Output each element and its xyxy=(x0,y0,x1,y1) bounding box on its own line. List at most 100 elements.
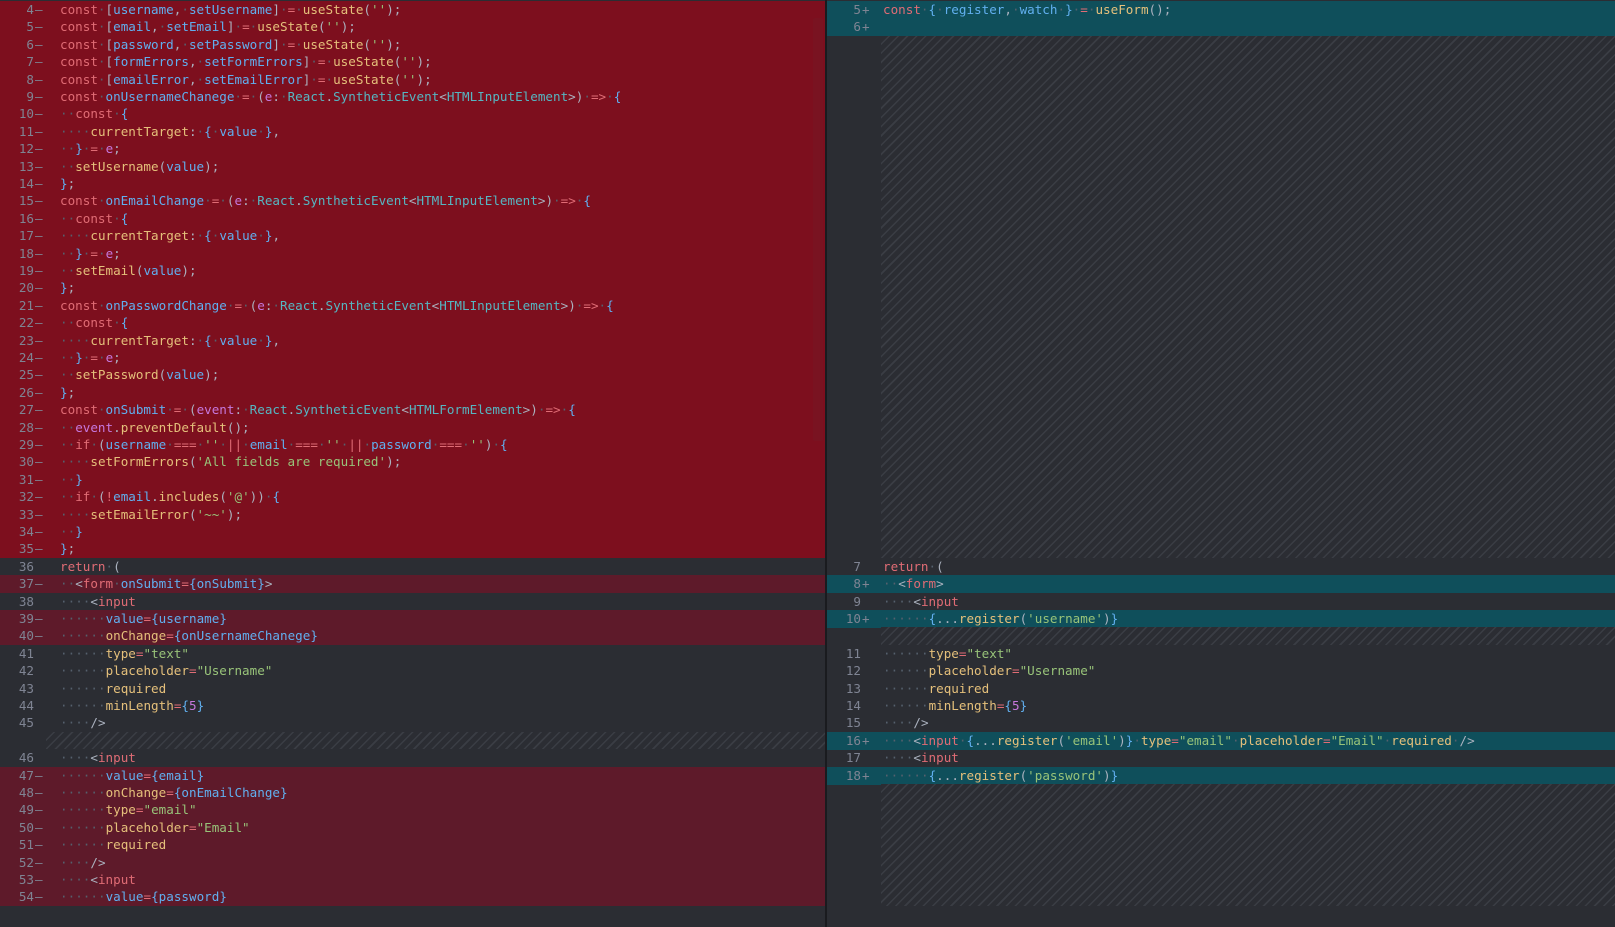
code-line[interactable]: 45 ····/> xyxy=(0,714,825,732)
diff-marker: — xyxy=(35,576,43,592)
line-number: 9 xyxy=(853,593,861,609)
code-text: ··}·=·e; xyxy=(60,245,121,261)
code-text: ··<form·onSubmit={onSubmit}> xyxy=(60,576,273,592)
code-line[interactable]: 12— ··}·=·e; xyxy=(0,140,825,159)
code-line[interactable]: 19— ··setEmail(value); xyxy=(0,262,825,280)
code-line[interactable]: 31— ··} xyxy=(0,470,825,489)
code-line[interactable]: 47— ······value={email} xyxy=(0,766,825,785)
diff-marker: — xyxy=(35,524,43,539)
left-scrollbar-thumb[interactable] xyxy=(813,18,823,441)
line-number: 43 xyxy=(18,680,34,696)
code-line[interactable]: 18+ ······{...register('password')} xyxy=(827,766,1615,785)
code-line[interactable]: 15— const·onEmailChange·=·(e:·React.Synth… xyxy=(0,192,825,211)
diff-marker: — xyxy=(35,141,43,157)
code-line[interactable]: 6+ xyxy=(827,18,1615,37)
code-line[interactable]: 40— ······onChange={onUsernameChanege} xyxy=(0,627,825,646)
code-line[interactable]: 9— const·onUsernameChanege·=·(e:·React.Sy… xyxy=(0,88,825,106)
code-line[interactable]: 7 return·( xyxy=(827,558,1615,576)
code-line[interactable]: 25— ··setPassword(value); xyxy=(0,366,825,385)
line-number: 17 xyxy=(845,750,861,766)
code-line[interactable]: 7— const·[formErrors,·setFormErrors]·=·us… xyxy=(0,53,825,72)
code-line[interactable]: 23— ····currentTarget:·{·value·}, xyxy=(0,331,825,350)
code-line[interactable]: 8— const·[emailError,·setEmailError]·=·us… xyxy=(0,70,825,89)
left-pane-original[interactable]: 4— const·[username,·setUsername]·=·useSta… xyxy=(0,0,825,927)
code-text: ······value={email} xyxy=(60,767,205,783)
code-line[interactable]: 43 ······required xyxy=(0,680,825,698)
code-text: }; xyxy=(60,280,76,296)
code-line[interactable]: 50— ······placeholder="Email" xyxy=(0,818,825,837)
code-line[interactable]: 16— ··const·{ xyxy=(0,209,825,228)
code-text: const·[formErrors,·setFormErrors]·=·useS… xyxy=(60,54,432,70)
code-line[interactable]: 35—}; xyxy=(0,540,825,559)
code-line[interactable]: 16+ ····<input·{...register('email')}·typ… xyxy=(827,731,1615,750)
code-line[interactable]: 21— const·onPasswordChange·=·(e:·React.Sy… xyxy=(0,296,825,315)
code-line[interactable]: 32— ··if·(!email.includes('@'))·{ xyxy=(0,488,825,507)
code-line[interactable]: 15 ····/> xyxy=(827,714,1615,732)
code-line[interactable]: 34— ··} xyxy=(0,523,825,541)
diff-marker: — xyxy=(35,54,43,70)
code-line[interactable]: 46 ····<input xyxy=(0,749,825,767)
code-line[interactable]: 22— ··const·{ xyxy=(0,314,825,333)
code-line[interactable]: 41 ······type="text" xyxy=(0,645,825,663)
code-line[interactable]: 27— const·onSubmit·=·(event:·React.Synthe… xyxy=(0,401,825,420)
line-number: 24— xyxy=(0,349,46,367)
code-line[interactable]: 44 ······minLength={5} xyxy=(0,697,825,715)
code-line[interactable]: 12 ······placeholder="Username" xyxy=(827,662,1615,680)
code-line[interactable]: 17— ····currentTarget:·{·value·}, xyxy=(0,227,825,246)
line-number: 22— xyxy=(0,314,46,332)
diff-viewer: 4— const·[username,·setUsername]·=·useSta… xyxy=(0,0,1615,927)
diff-marker: — xyxy=(35,210,43,226)
code-line[interactable]: 10— ··const·{ xyxy=(0,105,825,124)
code-line[interactable]: 8+ ··<form> xyxy=(827,575,1615,594)
code-line[interactable]: 17 ····<input xyxy=(827,749,1615,767)
line-number: 8— xyxy=(0,71,46,89)
code-line[interactable]: 49— ······type="email" xyxy=(0,801,825,820)
diff-marker: + xyxy=(862,611,870,626)
code-line[interactable]: 37— ··<form·onSubmit={onSubmit}> xyxy=(0,575,825,594)
code-line[interactable]: 48— ······onChange={onEmailChange} xyxy=(0,784,825,802)
code-line[interactable]: 29— ··if·(username·===·''·||·email·===·''… xyxy=(0,436,825,454)
code-line[interactable]: 4— const·[username,·setUsername]·=·useSta… xyxy=(0,1,825,19)
code-line[interactable]: 42 ······placeholder="Username" xyxy=(0,662,825,680)
code-line[interactable]: 30— ····setFormErrors('All fields are req… xyxy=(0,453,825,472)
code-line[interactable]: 11— ····currentTarget:·{·value·}, xyxy=(0,122,825,141)
code-line[interactable]: 52— ····/> xyxy=(0,853,825,872)
code-line[interactable]: 51— ······required xyxy=(0,836,825,855)
code-text: ····<input xyxy=(60,750,136,766)
code-line[interactable]: 11 ······type="text" xyxy=(827,645,1615,663)
line-number: 7— xyxy=(0,53,46,71)
code-line[interactable]: 39— ······value={username} xyxy=(0,610,825,628)
diff-marker: — xyxy=(35,367,43,383)
code-line[interactable]: 14 ······minLength={5} xyxy=(827,697,1615,715)
code-line[interactable]: 54— ······value={password} xyxy=(0,888,825,907)
diff-marker: — xyxy=(35,2,43,17)
code-line[interactable]: 6— const·[password,·setPassword]·=·useSta… xyxy=(0,35,825,54)
code-line[interactable]: 53— ····<input xyxy=(0,871,825,889)
line-number: 18+ xyxy=(827,767,873,785)
code-line[interactable]: 13 ······required xyxy=(827,680,1615,698)
code-line[interactable]: 18— ··}·=·e; xyxy=(0,244,825,263)
code-text: ······type="text" xyxy=(883,645,1012,661)
line-number: 46 xyxy=(18,750,34,766)
code-line[interactable]: 38 ····<input xyxy=(0,593,825,611)
code-line[interactable]: 36 return·( xyxy=(0,558,825,576)
right-pane-modified[interactable]: 5+ const·{·register,·watch·}·=·useForm();… xyxy=(827,0,1615,927)
code-line[interactable]: 24— ··}·=·e; xyxy=(0,349,825,367)
code-line[interactable]: 26—}; xyxy=(0,383,825,402)
code-line[interactable]: 10+ ······{...register('username')} xyxy=(827,610,1615,628)
code-line[interactable]: 28— ··event.preventDefault(); xyxy=(0,418,825,437)
diff-marker: — xyxy=(35,158,43,174)
code-line[interactable]: 20—}; xyxy=(0,279,825,298)
line-number: 6— xyxy=(0,36,46,54)
diff-marker: + xyxy=(862,2,870,17)
code-line[interactable]: 9 ····<input xyxy=(827,593,1615,611)
code-line[interactable]: 13— ··setUsername(value); xyxy=(0,157,825,176)
code-line[interactable]: 5— const·[email,·setEmail]·=·useState('')… xyxy=(0,18,825,37)
line-number: 15— xyxy=(0,192,46,210)
code-line[interactable]: 14—}; xyxy=(0,175,825,193)
code-text: ····setFormErrors('All fields are requir… xyxy=(60,454,402,470)
code-line[interactable]: 33— ····setEmailError('~~'); xyxy=(0,505,825,524)
diff-marker: — xyxy=(35,297,43,313)
code-line[interactable]: 5+ const·{·register,·watch·}·=·useForm(); xyxy=(827,1,1615,19)
code-text: ··setEmail(value); xyxy=(60,263,197,278)
